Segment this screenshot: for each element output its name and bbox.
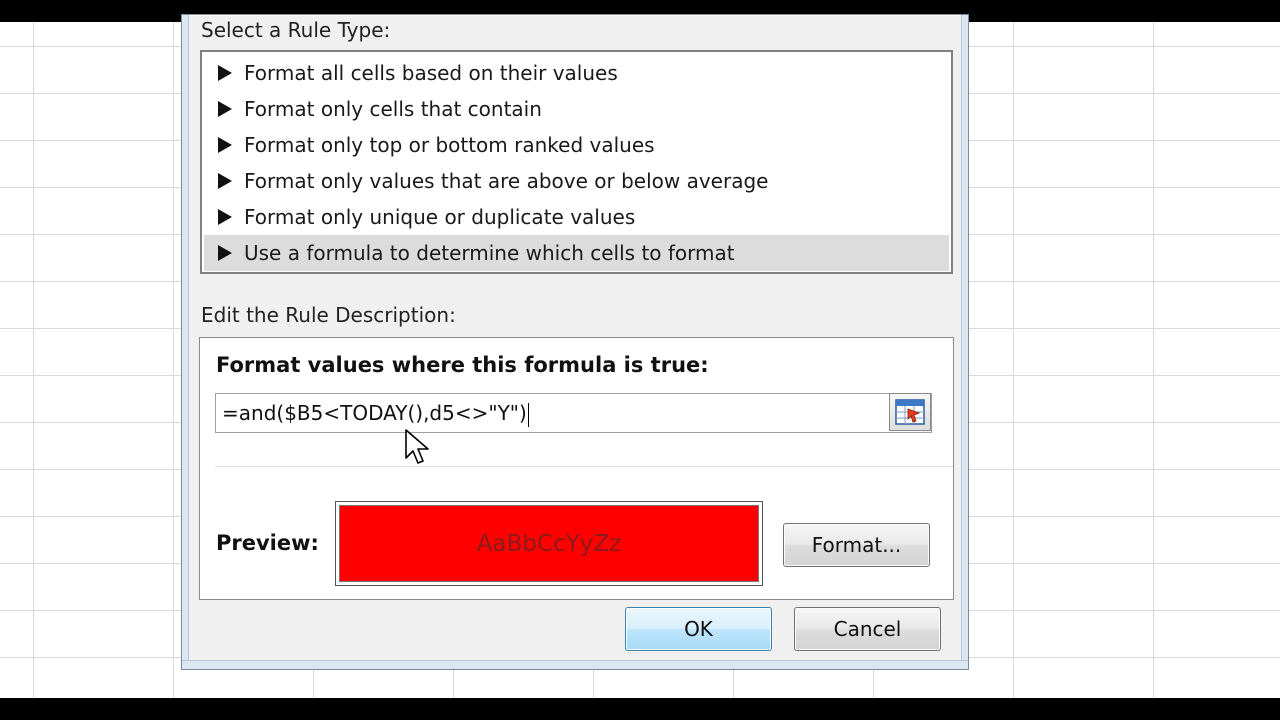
ok-button[interactable]: OK [625,607,772,651]
rule-type-label: Use a formula to determine which cells t… [244,241,735,265]
rule-type-list[interactable]: Format all cells based on their values F… [200,50,953,274]
rule-type-item[interactable]: Format only values that are above or bel… [204,163,949,199]
new-formatting-rule-dialog: Select a Rule Type: Format all cells bas… [181,14,969,670]
dialog-frame-left [182,15,189,669]
triangle-right-icon [218,245,232,261]
rule-type-label: Format only top or bottom ranked values [244,133,655,157]
formula-input[interactable]: =and($B5<TODAY(),d5<>"Y") [215,393,932,433]
triangle-right-icon [218,137,232,153]
range-select-icon [895,399,925,425]
formula-title: Format values where this formula is true… [216,353,709,377]
rule-type-item[interactable]: Format all cells based on their values [204,55,949,91]
rule-type-item[interactable]: Format only top or bottom ranked values [204,127,949,163]
preview-sample: AaBbCcYyZz [339,505,759,582]
triangle-right-icon [218,209,232,225]
rule-type-label: Format all cells based on their values [244,61,618,85]
rule-description-panel: Format values where this formula is true… [199,337,954,600]
preview-label: Preview: [216,531,319,555]
triangle-right-icon [218,173,232,189]
cancel-button-label: Cancel [833,617,902,641]
rule-type-item-selected[interactable]: Use a formula to determine which cells t… [204,235,949,271]
dialog-frame-bottom [182,660,968,669]
rule-type-label: Format only unique or duplicate values [244,205,636,229]
range-select-button[interactable] [889,393,931,431]
triangle-right-icon [218,65,232,81]
separator [215,466,953,467]
triangle-right-icon [218,101,232,117]
dialog-frame-right [961,15,968,669]
cancel-button[interactable]: Cancel [794,607,941,651]
formula-text: =and($B5<TODAY(),d5<>"Y") [222,401,527,425]
text-caret [527,402,529,427]
rule-type-item[interactable]: Format only unique or duplicate values [204,199,949,235]
edit-rule-description-label: Edit the Rule Description: [201,303,456,327]
preview-box: AaBbCcYyZz [335,501,763,586]
select-rule-type-label: Select a Rule Type: [201,18,391,42]
rule-type-label: Format only values that are above or bel… [244,169,769,193]
format-button-label: Format... [811,533,902,557]
format-button[interactable]: Format... [783,523,930,567]
ok-button-label: OK [684,617,713,641]
mouse-pointer-icon [405,429,429,464]
rule-type-item[interactable]: Format only cells that contain [204,91,949,127]
rule-type-label: Format only cells that contain [244,97,542,121]
